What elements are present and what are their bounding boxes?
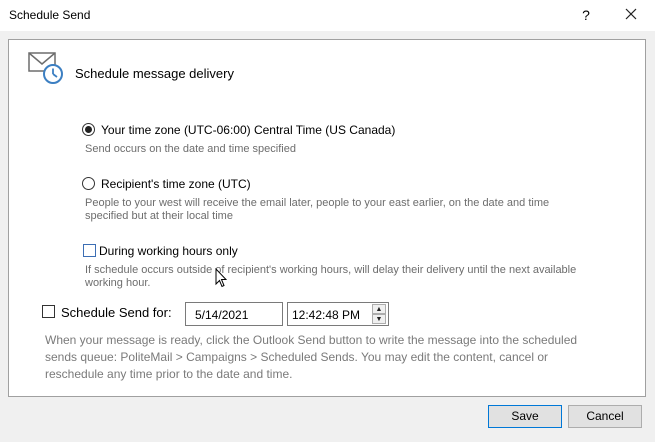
recipient-time-zone-radio[interactable] [82,177,95,190]
working-hours-label[interactable]: During working hours only [99,244,238,258]
date-value: 5/14/2021 [195,308,249,322]
schedule-send-label[interactable]: Schedule Send for: [61,305,172,320]
schedule-description: When your message is ready, click the Ou… [45,332,615,383]
spin-up-icon[interactable]: ▲ [372,304,386,314]
your-time-zone-radio[interactable] [82,123,95,136]
schedule-send-checkbox[interactable] [42,305,55,318]
mouse-cursor-icon [215,268,227,288]
close-icon [625,8,637,20]
cancel-button[interactable]: Cancel [568,405,642,428]
schedule-description-line-1: When your message is ready, click the Ou… [45,333,578,347]
your-time-zone-description: Send occurs on the date and time specifi… [85,143,296,155]
recipient-time-zone-label[interactable]: Recipient's time zone (UTC) [101,177,251,191]
your-time-zone-label[interactable]: Your time zone (UTC-06:00) Central Time … [101,123,395,137]
spin-down-icon[interactable]: ▼ [372,314,386,324]
help-button[interactable]: ? [575,4,597,26]
schedule-description-line-3: reschedule any time prior to the date an… [45,367,293,381]
header-title: Schedule message delivery [75,66,234,81]
recipient-time-zone-description-1: People to your west will receive the ema… [85,197,550,209]
mail-clock-icon [28,52,63,84]
schedule-description-line-2: sends queue: PoliteMail > Campaigns > Sc… [45,350,548,364]
working-hours-description-1: If schedule occurs outside of recipient'… [85,264,577,276]
dialog-panel: Schedule message delivery Your time zone… [8,39,646,397]
time-picker[interactable]: 12:42:48 PM ▲ ▼ [287,302,389,326]
save-button[interactable]: Save [488,405,562,428]
window-title: Schedule Send [9,8,91,22]
working-hours-checkbox[interactable] [83,244,96,257]
close-button[interactable] [618,4,644,26]
title-bar: Schedule Send ? [0,0,655,31]
recipient-time-zone-description-2: specified but at their local time [85,210,233,222]
working-hours-description-2: working hour. [85,277,151,289]
time-value: 12:42:48 PM [292,308,361,322]
date-picker[interactable]: 5/14/2021 [185,302,283,326]
